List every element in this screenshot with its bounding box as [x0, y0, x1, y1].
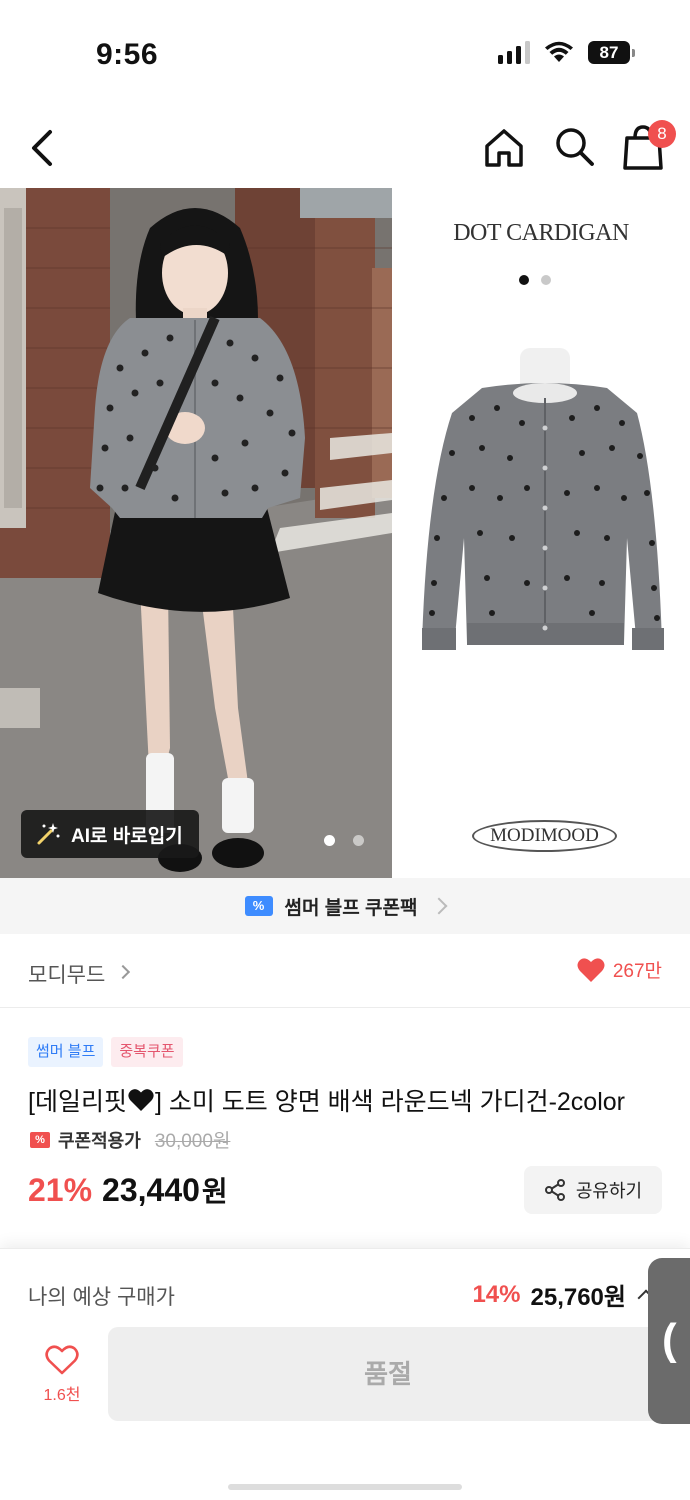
heart-filled-icon — [577, 957, 605, 982]
battery-icon: 87 — [588, 40, 635, 64]
share-button[interactable]: 공유하기 — [524, 1166, 662, 1214]
home-icon[interactable] — [482, 126, 526, 170]
product-photo[interactable]: DOT CARDIGAN MODIMOOD — [392, 188, 690, 878]
status-icons: 87 — [498, 40, 635, 64]
cardigan-illustration — [422, 348, 664, 650]
wifi-icon — [545, 41, 573, 62]
top-nav — [0, 110, 690, 188]
back-arrow-icon[interactable] — [22, 124, 66, 172]
product-name: [데일리핏 ] 소미 도트 양면 배색 라운드넥 가디건-2color — [28, 1082, 668, 1118]
ai-try-on-button[interactable]: AI로 바로입기 — [21, 810, 199, 858]
tag-double-coupon: 중복쿠폰 — [111, 1037, 183, 1067]
home-indicator — [228, 1484, 462, 1490]
purchase-bar: 나의 예상 구매가 14% 25,760원 1.6천 품절 — [0, 1248, 690, 1500]
side-drawer-bracket: ( — [662, 1315, 677, 1364]
model-photo-illustration — [0, 188, 392, 878]
gallery-page-dots — [324, 835, 364, 846]
store-like-count: 267만 — [612, 961, 662, 982]
chevron-right-icon — [430, 897, 448, 915]
cellular-signal-icon — [498, 40, 530, 64]
sold-out-button: 품절 — [108, 1327, 668, 1421]
product-photo-dots — [519, 275, 551, 285]
product-name-suffix: ] 소미 도트 양면 배색 라운드넥 가디건-2color — [154, 1088, 625, 1116]
tag-summer-sale: 썸머 블프 — [28, 1037, 104, 1067]
expected-discount: 14% — [472, 1280, 521, 1308]
discount-rate: 21% — [28, 1172, 93, 1208]
product-gallery[interactable]: DOT CARDIGAN MODIMOOD AI로 바로입기 — [0, 188, 690, 878]
price-row: 21% 23,440 원 — [28, 1170, 228, 1210]
ai-try-on-label: AI로 바로입기 — [71, 825, 183, 847]
coupon-applied-label: 쿠폰적용가 — [58, 1130, 141, 1151]
black-heart-icon — [128, 1089, 154, 1111]
heart-outline-icon — [45, 1345, 79, 1375]
product-tags: 썸머 블프 중복쿠폰 — [28, 1037, 183, 1067]
store-like-button[interactable]: 267만 — [577, 956, 662, 983]
side-drawer-handle[interactable]: ( — [648, 1258, 690, 1424]
coupon-pack-banner[interactable]: % 썸머 블프 쿠폰팩 — [0, 878, 690, 934]
share-icon — [544, 1179, 565, 1201]
search-icon[interactable] — [552, 124, 596, 168]
model-photo[interactable] — [0, 188, 392, 878]
status-bar: 9:56 87 — [0, 0, 690, 100]
coupon-icon: % — [244, 896, 273, 916]
coupon-ticket-icon: % — [30, 1131, 50, 1148]
expected-price: 25,760원 — [530, 1284, 627, 1311]
expected-price-toggle[interactable]: 14% 25,760원 — [472, 1277, 655, 1312]
share-label: 공유하기 — [575, 1181, 643, 1201]
store-name-link[interactable]: 모디무드 — [28, 959, 105, 989]
wishlist-button[interactable]: 1.6천 — [24, 1345, 100, 1421]
price-unit: 원 — [201, 1176, 228, 1207]
original-price: 30,000원 — [154, 1131, 231, 1152]
store-row: 모디무드 267만 — [0, 934, 690, 1008]
status-time: 9:56 — [96, 38, 159, 71]
expected-price-label: 나의 예상 구매가 — [28, 1286, 175, 1309]
magic-wand-icon — [37, 823, 60, 845]
sale-price: 23,440 — [102, 1172, 200, 1208]
brand-logo: MODIMOOD — [472, 820, 617, 852]
chevron-right-icon — [115, 964, 131, 980]
coupon-pack-text: 썸머 블프 쿠폰팩 — [284, 897, 418, 919]
wishlist-count: 1.6천 — [43, 1387, 81, 1404]
coupon-price-row: % 쿠폰적용가 30,000원 — [30, 1126, 230, 1153]
product-photo-title: DOT CARDIGAN — [453, 220, 629, 246]
product-name-prefix: [데일리핏 — [28, 1088, 127, 1116]
cart-count-badge: 8 — [648, 120, 676, 148]
